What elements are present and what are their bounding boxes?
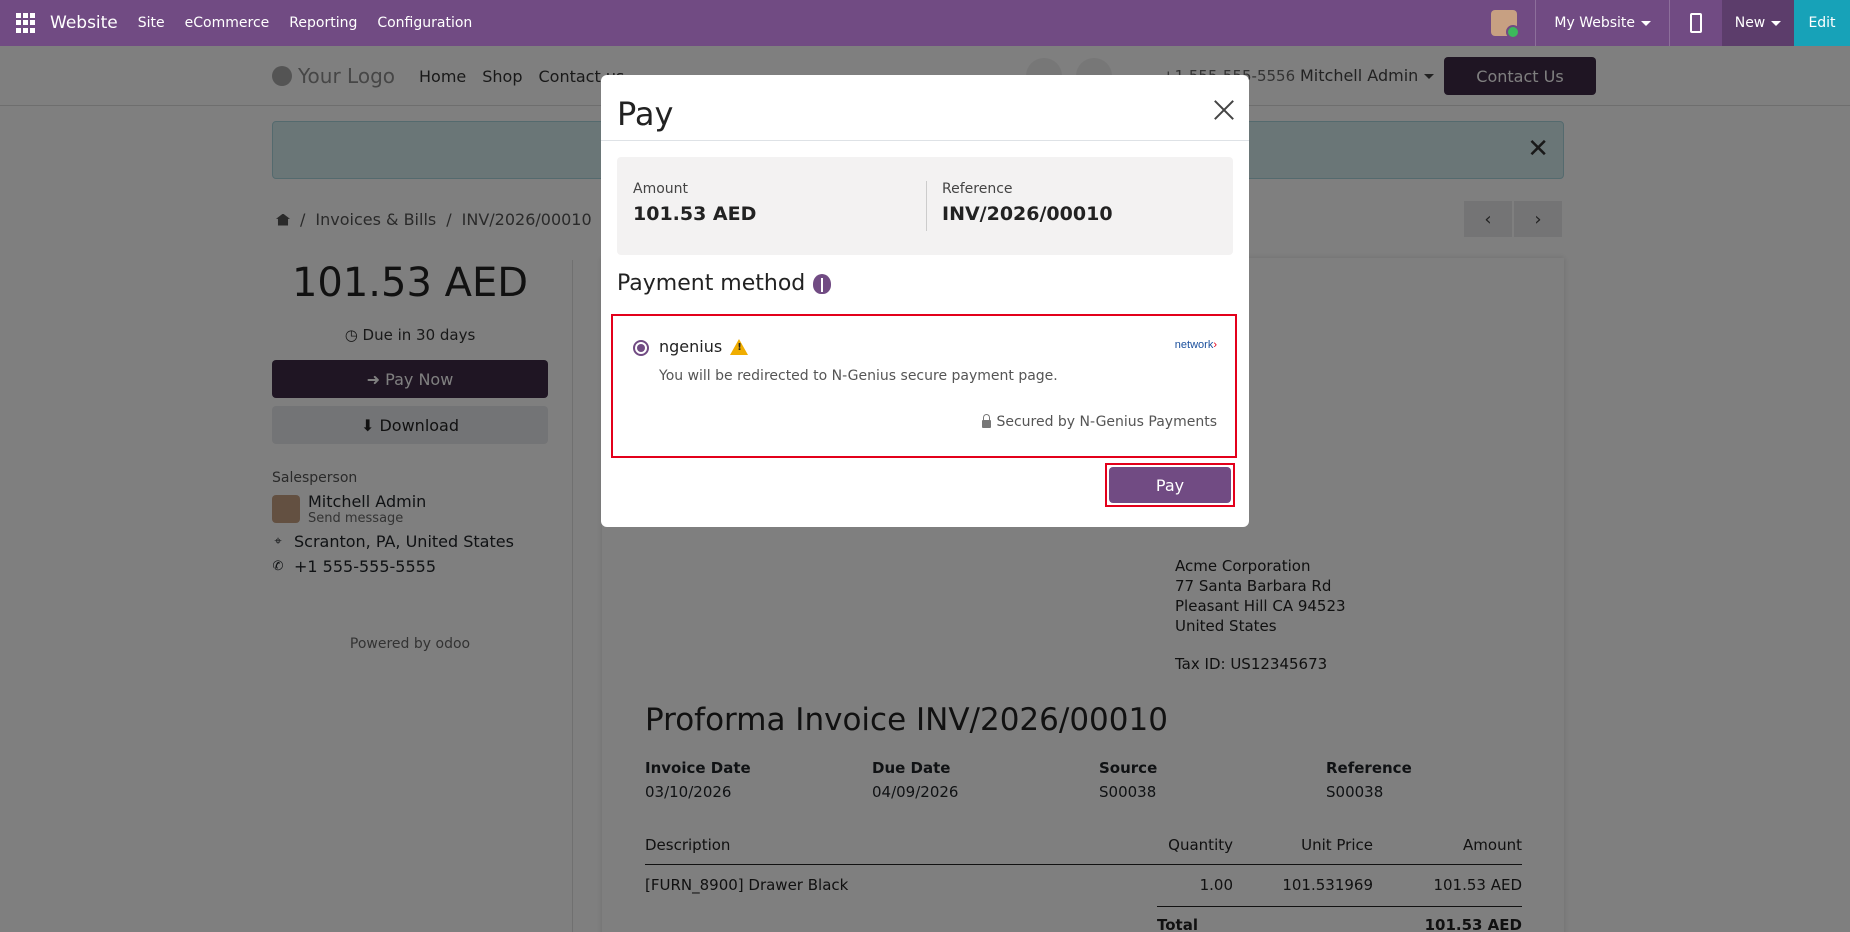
reference-value: INV/2026/00010 bbox=[942, 203, 1113, 225]
chevron-down-icon bbox=[1771, 20, 1782, 26]
my-website-dropdown[interactable]: My Website bbox=[1536, 15, 1669, 31]
payment-method-option[interactable]: ngenius ! network› You will be redirecte… bbox=[611, 314, 1237, 458]
menu-ecommerce[interactable]: eCommerce bbox=[185, 15, 270, 31]
new-button[interactable]: New bbox=[1722, 0, 1794, 46]
mobile-preview-icon[interactable] bbox=[1670, 13, 1722, 33]
secured-by: Secured by N-Genius Payments bbox=[982, 414, 1217, 430]
menu-configuration[interactable]: Configuration bbox=[377, 15, 472, 31]
pay-button-highlight: Pay bbox=[1105, 463, 1235, 507]
provider-name: ngenius ! bbox=[659, 337, 749, 356]
pay-dialog: Pay Amount 101.53 AED Reference INV/2026… bbox=[601, 75, 1249, 527]
payment-method-title: Payment method bbox=[617, 271, 832, 296]
warning-icon: ! bbox=[730, 338, 749, 355]
provider-description: You will be redirected to N-Genius secur… bbox=[659, 368, 1058, 384]
dialog-title: Pay bbox=[617, 95, 674, 133]
close-icon[interactable] bbox=[1213, 99, 1235, 121]
reference-summary: Reference INV/2026/00010 bbox=[942, 181, 1113, 225]
amount-value: 101.53 AED bbox=[633, 203, 757, 225]
admin-topbar: Website Site eCommerce Reporting Configu… bbox=[0, 0, 1850, 46]
apps-menu-icon[interactable] bbox=[16, 13, 36, 33]
bug-icon bbox=[813, 273, 832, 294]
amount-summary: Amount 101.53 AED bbox=[633, 181, 757, 225]
lock-icon bbox=[982, 414, 992, 428]
network-logo: network› bbox=[1174, 339, 1217, 351]
edit-button[interactable]: Edit bbox=[1794, 0, 1850, 46]
user-avatar[interactable] bbox=[1491, 10, 1521, 39]
app-name[interactable]: Website bbox=[50, 13, 118, 33]
pay-button[interactable]: Pay bbox=[1109, 467, 1231, 503]
chevron-down-icon bbox=[1641, 20, 1651, 26]
menu-site[interactable]: Site bbox=[138, 15, 165, 31]
menu-reporting[interactable]: Reporting bbox=[289, 15, 357, 31]
payment-method-radio[interactable] bbox=[633, 340, 649, 356]
payment-summary: Amount 101.53 AED Reference INV/2026/000… bbox=[617, 157, 1233, 255]
